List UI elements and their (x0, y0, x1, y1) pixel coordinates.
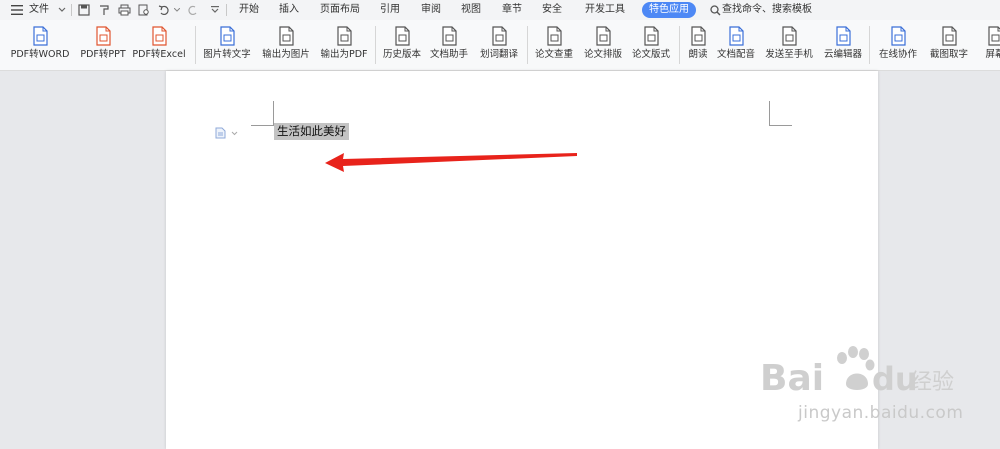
watermark-brand-cn: 经验 (910, 370, 954, 395)
watermark-url: jingyan.baidu.com (798, 403, 964, 423)
watermark-brand-a: Bai (760, 358, 824, 399)
baidu-jingyan-watermark: Bai du 经验 (760, 346, 954, 399)
